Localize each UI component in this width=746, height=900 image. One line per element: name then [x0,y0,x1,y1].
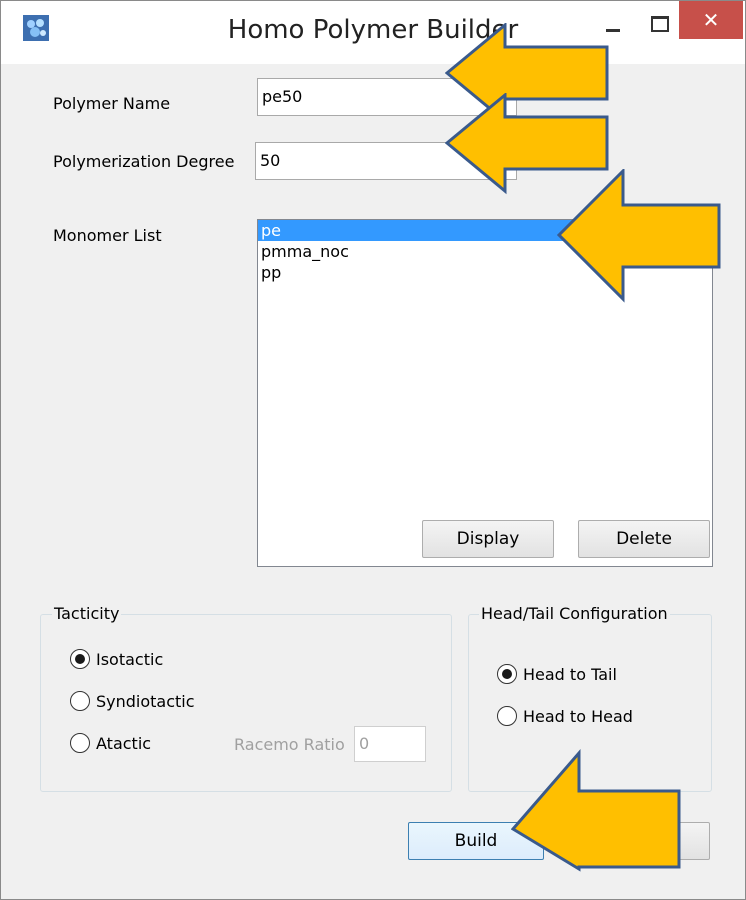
radio-button[interactable] [70,691,90,711]
arrow-pointer-monomer-icon [557,169,721,303]
radio-button[interactable] [497,706,517,726]
delete-button[interactable]: Delete [578,520,710,558]
display-button[interactable]: Display [422,520,554,558]
arrow-pointer-build-icon [511,749,681,872]
radio-label: Syndiotactic [96,692,195,711]
maximize-button[interactable] [635,1,681,39]
radio-button-checked[interactable] [497,664,517,684]
racemo-ratio-input[interactable]: 0 [354,726,426,762]
racemo-ratio-label: Racemo Ratio [234,735,345,754]
radio-label: Isotactic [96,650,164,669]
radio-syndiotactic[interactable]: Syndiotactic [70,690,230,714]
radio-atactic[interactable]: Atactic [70,732,190,756]
close-icon: ✕ [702,8,720,32]
head-tail-title: Head/Tail Configuration [479,604,670,623]
radio-head-to-tail[interactable]: Head to Tail [497,663,677,687]
radio-button-checked[interactable] [70,649,90,669]
title-bar[interactable]: Homo Polymer Builder ✕ [1,1,745,64]
radio-label: Head to Tail [523,665,617,684]
polymer-name-label: Polymer Name [53,94,171,113]
tacticity-title: Tacticity [52,604,122,623]
radio-label: Head to Head [523,707,633,726]
radio-isotactic[interactable]: Isotactic [70,648,230,672]
monomer-list-label: Monomer List [53,226,162,245]
radio-label: Atactic [96,734,152,753]
close-button[interactable]: ✕ [679,1,743,39]
maximize-icon [651,16,669,32]
radio-button[interactable] [70,733,90,753]
polymerization-degree-label: Polymerization Degree [53,152,235,171]
radio-head-to-head[interactable]: Head to Head [497,705,677,729]
homo-polymer-builder-window: Homo Polymer Builder ✕ Polymer Name pe50… [0,0,746,900]
